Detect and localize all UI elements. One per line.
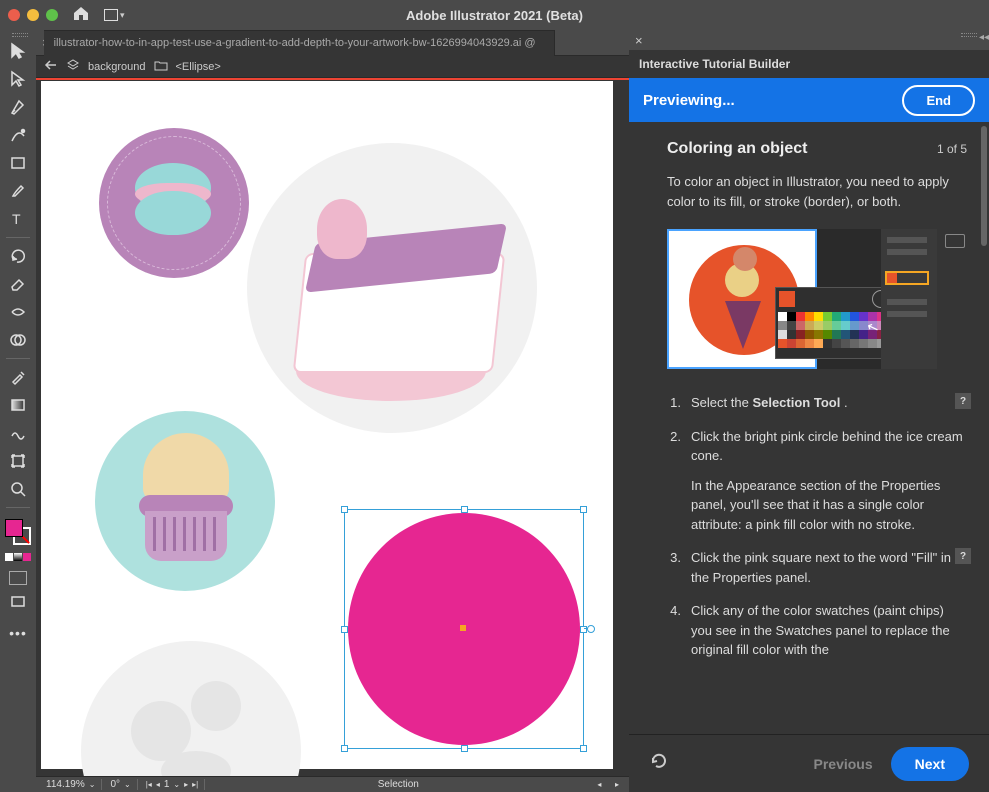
rectangle-tool[interactable]	[7, 152, 29, 174]
zoom-dropdown-icon[interactable]: ⌄	[89, 780, 96, 789]
artboard	[41, 81, 613, 769]
artboard-last-icon[interactable]: ▸|	[192, 780, 198, 789]
rotate-dropdown-icon[interactable]: ⌄	[124, 780, 131, 789]
document-tab-label: illustrator-how-to-in-app-test-use-a-gra…	[54, 37, 536, 49]
breadcrumb-layer[interactable]: background	[88, 61, 146, 73]
tutorial-page: 1 of 5	[937, 142, 967, 156]
selection-bounding-box[interactable]	[344, 509, 584, 749]
eyedropper-tool[interactable]	[7, 366, 29, 388]
fill-stroke-indicator[interactable]	[5, 519, 31, 545]
screen-mode-icon[interactable]	[7, 591, 29, 613]
home-icon[interactable]	[72, 5, 90, 26]
rotate-value[interactable]: 0°	[110, 779, 120, 790]
artboard-tool[interactable]	[7, 450, 29, 472]
tutorial-description: To color an object in Illustrator, you n…	[667, 172, 967, 211]
selection-tool[interactable]	[7, 40, 29, 62]
breadcrumb-object[interactable]: <Ellipse>	[176, 61, 221, 73]
previous-button[interactable]: Previous	[814, 756, 873, 772]
rotate-tool[interactable]	[7, 245, 29, 267]
artboard-number[interactable]: 1	[164, 779, 170, 790]
refresh-icon[interactable]	[649, 751, 669, 776]
status-mode: Selection	[207, 779, 589, 790]
tutorial-panel: × Interactive Tutorial Builder Previewin…	[629, 30, 989, 792]
next-button[interactable]: Next	[891, 747, 969, 781]
width-tool[interactable]	[7, 301, 29, 323]
eraser-tool[interactable]	[7, 273, 29, 295]
svg-text:T: T	[12, 211, 21, 227]
artboard-next-icon[interactable]: ▸	[184, 780, 188, 789]
color-mode-switcher[interactable]	[5, 553, 31, 561]
reveal-illustration-icon[interactable]	[945, 234, 965, 248]
tools-panel: T •••	[0, 30, 36, 792]
preview-status: Previewing...	[643, 92, 735, 109]
end-button[interactable]: End	[902, 85, 975, 116]
help-icon[interactable]: ?	[955, 393, 971, 409]
folder-icon	[154, 59, 168, 74]
panel-menu-icon[interactable]: ◂◂	[979, 32, 989, 43]
gradient-tool[interactable]	[7, 394, 29, 416]
curvature-tool[interactable]	[7, 124, 29, 146]
draw-mode-icon[interactable]	[9, 571, 27, 585]
edit-toolbar-button[interactable]: •••	[9, 625, 27, 641]
window-zoom-button[interactable]	[46, 9, 58, 21]
artboard-prev-icon[interactable]: ◂	[156, 780, 160, 789]
panel-close-icon[interactable]: ×	[635, 33, 643, 48]
help-icon[interactable]: ?	[955, 548, 971, 564]
shape-builder-tool[interactable]	[7, 329, 29, 351]
zoom-tool[interactable]	[7, 478, 29, 500]
type-tool[interactable]: T	[7, 208, 29, 230]
expand-panel-right-icon[interactable]	[959, 33, 979, 39]
tutorial-illustration: ↖	[667, 229, 937, 369]
canvas[interactable]	[36, 78, 629, 776]
layers-icon[interactable]	[66, 58, 80, 75]
scroll-left-icon[interactable]: ◂	[597, 780, 601, 789]
rotate-handle[interactable]	[587, 625, 595, 633]
pen-tool[interactable]	[7, 96, 29, 118]
panel-title: Interactive Tutorial Builder	[629, 50, 989, 78]
zoom-level[interactable]: 114.19%	[46, 779, 85, 790]
status-bar: 114.19%⌄ 0°⌄ |◂◂1⌄▸▸| Selection ◂ ▸	[36, 776, 629, 792]
document-tab[interactable]: illustrator-how-to-in-app-test-use-a-gra…	[44, 30, 555, 56]
shaper-tool[interactable]	[7, 422, 29, 444]
workspace-switcher[interactable]: ▾	[104, 9, 125, 21]
tutorial-title: Coloring an object	[667, 140, 807, 158]
direct-selection-tool[interactable]	[7, 68, 29, 90]
window-minimize-button[interactable]	[27, 9, 39, 21]
paintbrush-tool[interactable]	[7, 180, 29, 202]
window-close-button[interactable]	[8, 9, 20, 21]
scroll-right-icon[interactable]: ▸	[615, 780, 619, 789]
expand-panel-left-icon[interactable]	[10, 33, 30, 39]
artboard-first-icon[interactable]: |◂	[146, 780, 152, 789]
app-title: Adobe Illustrator 2021 (Beta)	[406, 8, 583, 23]
breadcrumb: background <Ellipse>	[36, 56, 629, 78]
breadcrumb-back-icon[interactable]	[44, 59, 58, 74]
